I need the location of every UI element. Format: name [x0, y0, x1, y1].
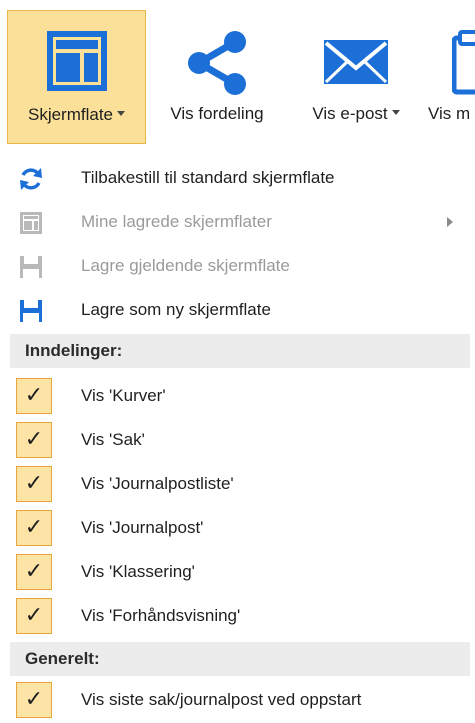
- more-ribbon-label: Vis m: [428, 104, 471, 123]
- menu-item-label: Vis 'Forhåndsvisning': [81, 606, 241, 625]
- menu-item-toggle-journalpost[interactable]: ✓ Vis 'Journalpost': [0, 506, 475, 550]
- section-header-divisions: Inndelinger:: [10, 334, 470, 368]
- email-ribbon-label: Vis e-post: [290, 104, 422, 124]
- menu-item-toggle-journalpostliste[interactable]: ✓ Vis 'Journalpostliste': [0, 462, 475, 506]
- save-as-icon: [18, 298, 44, 324]
- dropdown-caret-icon: [117, 111, 126, 117]
- menu-item-save-as-new-layout[interactable]: Lagre som ny skjermflate: [0, 288, 475, 332]
- menu-item-toggle-forhandsvisning[interactable]: ✓ Vis 'Forhåndsvisning': [0, 594, 475, 638]
- distribution-ribbon-label: Vis fordeling: [170, 104, 264, 123]
- checkmark-icon: ✓: [24, 603, 44, 628]
- checkbox-checked[interactable]: ✓: [16, 554, 52, 590]
- menu-item-label: Vis 'Journalpost': [81, 518, 204, 537]
- menu-item-reset-layout[interactable]: Tilbakestill til standard skjermflate: [0, 156, 475, 200]
- menu-item-label: Vis 'Sak': [81, 430, 145, 449]
- menu-item-label: Lagre gjeldende skjermflate: [81, 256, 290, 275]
- section-header-general: Generelt:: [10, 642, 470, 676]
- checkmark-icon: ✓: [24, 383, 44, 408]
- checkbox-checked[interactable]: ✓: [16, 598, 52, 634]
- checkmark-icon: ✓: [24, 687, 44, 712]
- share-icon: [150, 28, 284, 98]
- envelope-icon: [290, 28, 422, 98]
- clipboard-icon: [424, 28, 475, 98]
- menu-item-toggle-sak[interactable]: ✓ Vis 'Sak': [0, 418, 475, 462]
- save-icon: [18, 254, 44, 280]
- distribution-ribbon-button[interactable]: Vis fordeling: [150, 10, 284, 144]
- checkmark-icon: ✓: [24, 471, 44, 496]
- menu-item-my-saved-layouts[interactable]: Mine lagrede skjermflater: [0, 200, 475, 244]
- checkbox-checked[interactable]: ✓: [16, 510, 52, 546]
- menu-item-label: Mine lagrede skjermflater: [81, 212, 272, 231]
- layout-ribbon-button[interactable]: Skjermflate: [7, 10, 146, 144]
- checkmark-icon: ✓: [24, 427, 44, 452]
- more-ribbon-button[interactable]: Vis m: [424, 10, 475, 144]
- menu-item-toggle-kurver[interactable]: ✓ Vis 'Kurver': [0, 374, 475, 418]
- dropdown-caret-icon: [391, 110, 400, 116]
- submenu-arrow-icon: [447, 217, 453, 227]
- checkmark-icon: ✓: [24, 559, 44, 584]
- checkbox-checked[interactable]: ✓: [16, 378, 52, 414]
- layout-ribbon-label: Skjermflate: [8, 105, 145, 125]
- layout-icon: [8, 29, 145, 99]
- menu-item-label: Vis siste sak/journalpost ved oppstart: [81, 690, 362, 709]
- menu-item-label: Tilbakestill til standard skjermflate: [81, 168, 335, 187]
- layout-icon: [18, 210, 44, 236]
- checkbox-checked[interactable]: ✓: [16, 466, 52, 502]
- menu-item-label: Vis 'Journalpostliste': [81, 474, 234, 493]
- menu-item-toggle-klassering[interactable]: ✓ Vis 'Klassering': [0, 550, 475, 594]
- menu-item-label: Vis 'Klassering': [81, 562, 195, 581]
- menu-item-toggle-show-last-on-startup[interactable]: ✓ Vis siste sak/journalpost ved oppstart: [0, 678, 475, 722]
- ribbon: Skjermflate Vis fordeling Vis e-post Vis…: [0, 0, 475, 148]
- checkbox-checked[interactable]: ✓: [16, 682, 52, 718]
- section-header-label: Generelt:: [25, 649, 100, 668]
- section-header-label: Inndelinger:: [25, 341, 123, 360]
- menu-item-label: Vis 'Kurver': [81, 386, 166, 405]
- checkmark-icon: ✓: [24, 515, 44, 540]
- checkbox-checked[interactable]: ✓: [16, 422, 52, 458]
- refresh-icon: [18, 166, 44, 192]
- menu-item-label: Lagre som ny skjermflate: [81, 300, 271, 319]
- layout-dropdown-menu: Tilbakestill til standard skjermflate Mi…: [0, 148, 475, 723]
- menu-item-save-current-layout[interactable]: Lagre gjeldende skjermflate: [0, 244, 475, 288]
- email-ribbon-button[interactable]: Vis e-post: [290, 10, 422, 144]
